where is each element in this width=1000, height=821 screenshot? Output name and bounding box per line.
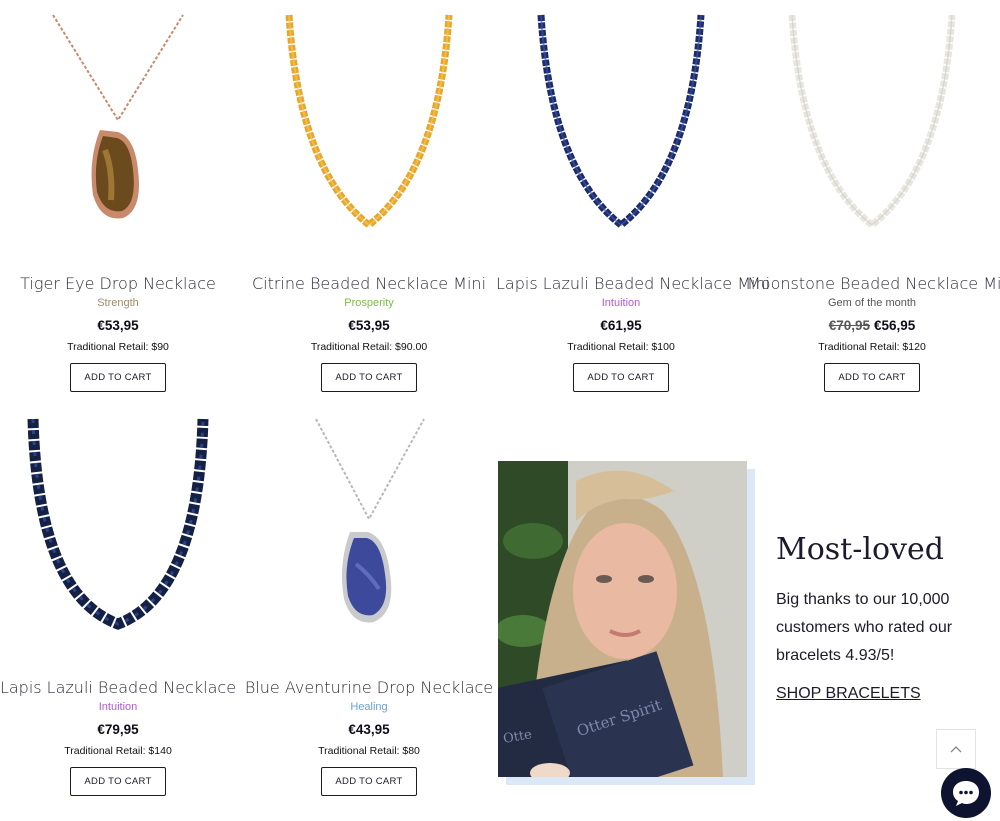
add-to-cart-button[interactable]: ADD TO CART [573,363,669,392]
old-price: €70,95 [828,318,870,333]
product-image[interactable] [747,10,997,250]
product-price: €79,95 [97,722,139,737]
product-tag: Gem of the month [827,297,917,309]
product-image[interactable] [0,10,243,250]
chevron-up-icon [950,746,962,753]
product-title[interactable]: Tiger Eye Drop Necklace [0,274,243,293]
shop-bracelets-link[interactable]: SHOP BRACELETS [776,685,921,703]
product-price: €70,95 €56,95 [828,318,916,333]
product-tag: Strength [97,297,139,309]
scroll-to-top-button[interactable] [936,729,976,769]
chat-button[interactable] [941,768,991,818]
add-to-cart-button[interactable]: ADD TO CART [321,767,417,796]
traditional-retail: Traditional Retail: $100 [567,341,675,353]
product-image[interactable] [0,414,243,654]
add-to-cart-button[interactable]: ADD TO CART [824,363,920,392]
product-title[interactable]: Moonstone Beaded Necklace Mini [747,274,1000,293]
product-price: €61,95 [600,318,642,333]
product-card[interactable]: Lapis Lazuli Beaded Necklace Mini Intuit… [496,10,770,392]
promo-title: Most-loved [776,532,944,567]
promo-text: Big thanks to our 10,000 customers who r… [776,591,953,664]
traditional-retail: Traditional Retail: $140 [64,745,172,757]
product-card[interactable]: Tiger Eye Drop Necklace Strength €53,95 … [0,10,243,392]
promo-photo: Otter Spirit Otte [498,461,747,777]
product-tag: Intuition [98,701,138,713]
traditional-retail: Traditional Retail: $90 [67,341,169,353]
product-price: €53,95 [97,318,139,333]
product-card[interactable]: Moonstone Beaded Necklace Mini Gem of th… [747,10,1000,392]
traditional-retail: Traditional Retail: $120 [818,341,926,353]
product-image[interactable] [244,414,494,654]
product-image[interactable] [244,10,494,250]
product-price: €53,95 [348,318,390,333]
product-title[interactable]: Lapis Lazuli Beaded Necklace [0,678,243,697]
product-card[interactable]: Blue Aventurine Drop Necklace Healing €4… [244,414,494,796]
product-title[interactable]: Lapis Lazuli Beaded Necklace Mini [496,274,770,293]
add-to-cart-button[interactable]: ADD TO CART [70,767,166,796]
product-tag: Prosperity [344,297,394,309]
add-to-cart-button[interactable]: ADD TO CART [321,363,417,392]
product-title[interactable]: Blue Aventurine Drop Necklace [244,678,494,697]
product-card[interactable]: Lapis Lazuli Beaded Necklace Intuition €… [0,414,243,796]
add-to-cart-button[interactable]: ADD TO CART [70,363,166,392]
traditional-retail: Traditional Retail: $90.00 [310,341,428,353]
product-image[interactable] [496,10,746,250]
product-tag: Intuition [601,297,641,309]
product-card[interactable]: Citrine Beaded Necklace Mini Prosperity … [244,10,494,392]
product-price: €43,95 [348,722,390,737]
traditional-retail: Traditional Retail: $80 [318,745,420,757]
product-tag: Healing [350,701,388,713]
product-title[interactable]: Citrine Beaded Necklace Mini [244,274,494,293]
chat-bubble-icon [953,781,979,806]
